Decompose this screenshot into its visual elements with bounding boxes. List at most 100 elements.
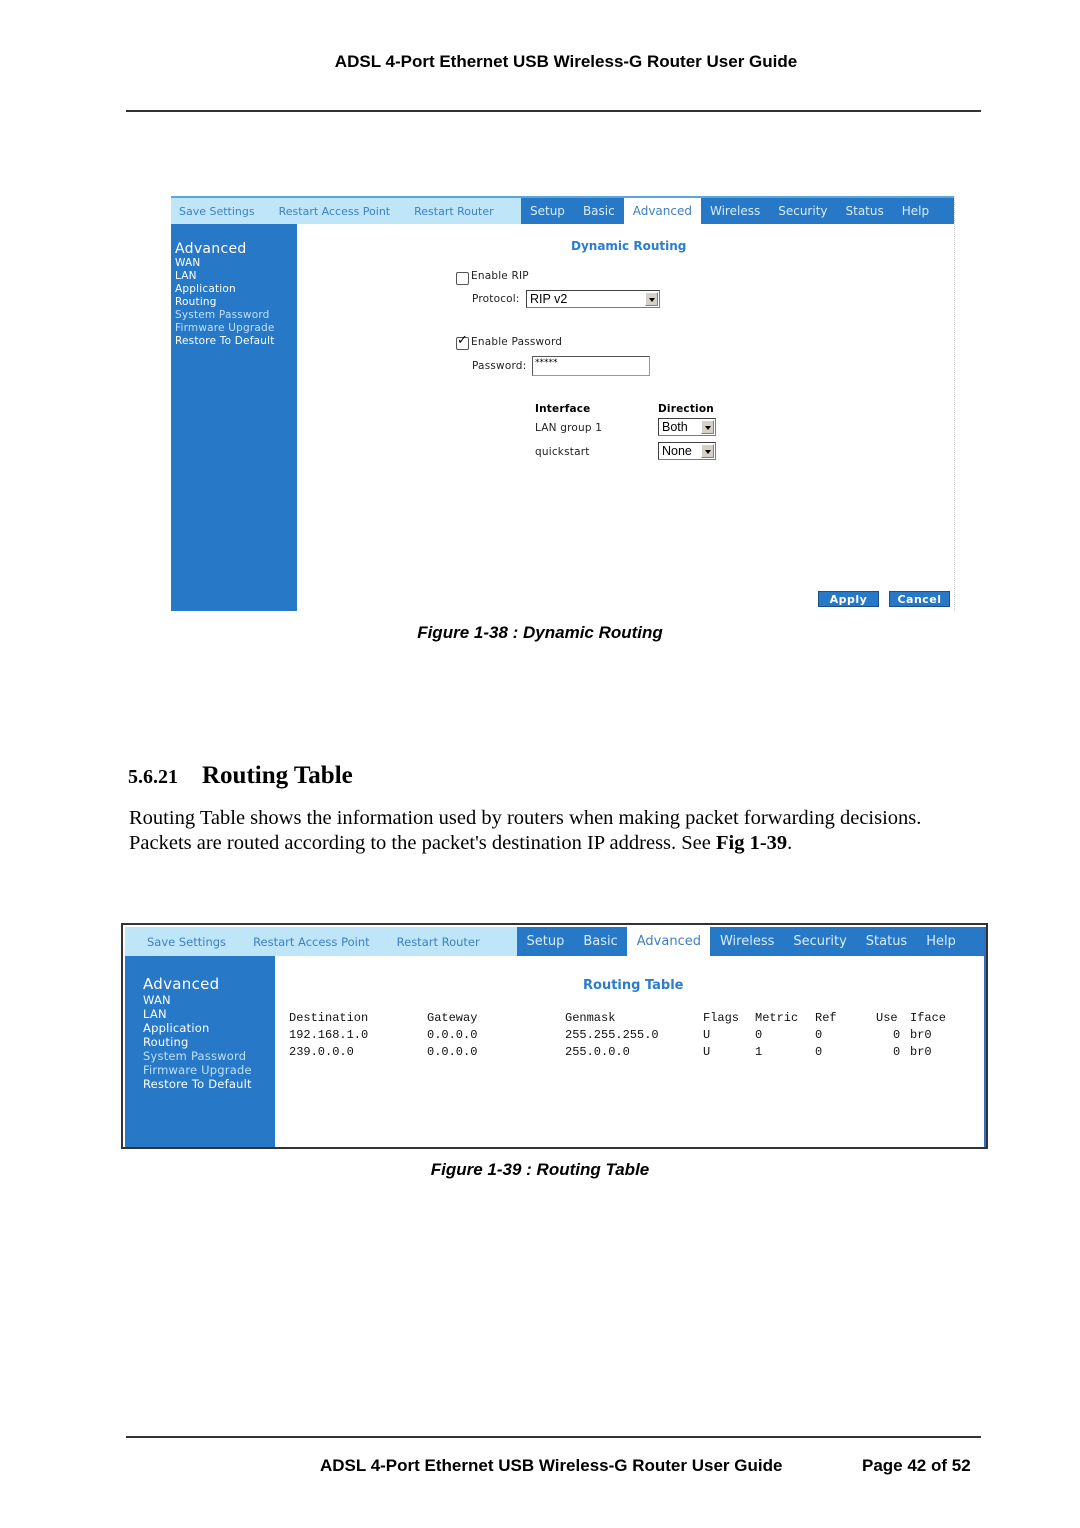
- column-header-destination: Destination: [289, 1011, 369, 1025]
- sidebar-item-routing[interactable]: Routing: [143, 1035, 275, 1049]
- sidebar-item-wan[interactable]: WAN: [175, 257, 297, 270]
- direction-select[interactable]: None: [658, 442, 716, 460]
- protocol-select[interactable]: RIP v2: [526, 290, 660, 308]
- ref-cell: 0: [815, 1028, 823, 1042]
- enable-password-label: Enable Password: [471, 336, 563, 348]
- sidebar-item-system-password[interactable]: System Password: [143, 1049, 275, 1063]
- column-header-iface: Iface: [910, 1011, 947, 1025]
- sidebar-heading: Advanced: [175, 241, 247, 257]
- section-title: Routing Table: [202, 762, 353, 789]
- sidebar: Advanced WAN LAN Application Routing Sys…: [125, 956, 275, 1147]
- gateway-cell: 0.0.0.0: [427, 1028, 478, 1042]
- section-paragraph: Routing Table shows the information used…: [129, 806, 999, 856]
- tab-wireless[interactable]: Wireless: [701, 198, 769, 224]
- figure-39-caption: Figure 1-39 : Routing Table: [430, 1160, 650, 1179]
- dynamic-routing-screenshot: Save Settings Restart Access Point Resta…: [171, 196, 955, 611]
- iface-cell: br0: [910, 1045, 932, 1059]
- genmask-cell: 255.0.0.0: [565, 1045, 630, 1059]
- save-settings-link[interactable]: Save Settings: [179, 205, 255, 218]
- header-divider: [126, 110, 981, 112]
- utility-links: Save Settings Restart Access Point Resta…: [171, 198, 521, 224]
- direction-value: None: [662, 444, 692, 458]
- footer-title: ADSL 4-Port Ethernet USB Wireless-G Rout…: [320, 1456, 783, 1475]
- figure-reference: Fig 1-39: [716, 832, 788, 854]
- section-heading: 5.6.21 Routing Table: [128, 762, 353, 790]
- password-input[interactable]: *****: [532, 356, 650, 376]
- sidebar-item-application[interactable]: Application: [175, 283, 297, 296]
- paragraph-line: Routing Table shows the information used…: [129, 807, 922, 829]
- ref-cell: 0: [815, 1045, 823, 1059]
- protocol-label: Protocol:: [472, 293, 520, 305]
- use-cell: 0: [893, 1045, 901, 1059]
- figure-38-caption: Figure 1-38 : Dynamic Routing: [417, 623, 663, 642]
- apply-button[interactable]: Apply: [818, 591, 879, 607]
- gateway-cell: 0.0.0.0: [427, 1045, 478, 1059]
- tab-status[interactable]: Status: [837, 198, 893, 224]
- tab-setup[interactable]: Setup: [521, 198, 574, 224]
- enable-rip-checkbox[interactable]: [456, 272, 469, 285]
- column-header-gateway: Gateway: [427, 1011, 478, 1025]
- enable-password-checkbox[interactable]: ✓: [456, 333, 469, 350]
- chevron-down-icon[interactable]: [645, 292, 658, 306]
- save-settings-link[interactable]: Save Settings: [147, 935, 226, 949]
- tab-basic[interactable]: Basic: [574, 927, 627, 956]
- top-navigation: Save Settings Restart Access Point Resta…: [171, 196, 954, 224]
- direction-select[interactable]: Both: [658, 418, 716, 436]
- main-tabs: Setup Basic Advanced Wireless Security S…: [521, 198, 954, 224]
- checkmark-icon: ✓: [457, 333, 468, 348]
- tab-advanced[interactable]: Advanced: [627, 927, 711, 956]
- paragraph-text: Packets are routed according to the pack…: [129, 832, 716, 854]
- restart-router-link[interactable]: Restart Router: [397, 935, 480, 949]
- restart-access-point-link[interactable]: Restart Access Point: [253, 935, 370, 949]
- sidebar-item-application[interactable]: Application: [143, 1021, 275, 1035]
- paragraph-line: Packets are routed according to the pack…: [129, 831, 999, 856]
- sidebar-item-system-password[interactable]: System Password: [175, 309, 297, 322]
- chevron-down-icon[interactable]: [701, 420, 714, 434]
- tab-advanced[interactable]: Advanced: [623, 198, 701, 224]
- restart-router-link[interactable]: Restart Router: [414, 205, 494, 218]
- password-label: Password:: [472, 360, 527, 372]
- tab-security[interactable]: Security: [784, 927, 856, 956]
- sidebar-item-wan[interactable]: WAN: [143, 993, 275, 1007]
- interface-name: LAN group 1: [535, 422, 603, 434]
- iface-cell: br0: [910, 1028, 932, 1042]
- flags-cell: U: [703, 1045, 711, 1059]
- content-title: Routing Table: [583, 978, 684, 993]
- metric-cell: 1: [755, 1045, 763, 1059]
- interface-column-header: Interface: [535, 403, 591, 415]
- enable-rip-label: Enable RIP: [471, 270, 529, 282]
- sidebar-item-routing[interactable]: Routing: [175, 296, 297, 309]
- content-title: Dynamic Routing: [571, 239, 687, 253]
- sidebar-item-restore-default[interactable]: Restore To Default: [175, 335, 297, 348]
- tab-help[interactable]: Help: [893, 198, 938, 224]
- destination-cell: 192.168.1.0: [289, 1028, 369, 1042]
- tab-security[interactable]: Security: [769, 198, 836, 224]
- sidebar-item-lan[interactable]: LAN: [143, 1007, 275, 1021]
- footer-divider: [126, 1436, 981, 1438]
- direction-column-header: Direction: [658, 403, 714, 415]
- sidebar-item-lan[interactable]: LAN: [175, 270, 297, 283]
- page-number: Page 42 of 52: [862, 1456, 971, 1475]
- top-navigation: Save Settings Restart Access Point Resta…: [125, 927, 984, 956]
- interface-name: quickstart: [535, 446, 590, 458]
- restart-access-point-link[interactable]: Restart Access Point: [279, 205, 391, 218]
- sidebar-item-restore-default[interactable]: Restore To Default: [143, 1077, 275, 1091]
- column-header-genmask: Genmask: [565, 1011, 616, 1025]
- tab-setup[interactable]: Setup: [517, 927, 574, 956]
- tab-status[interactable]: Status: [856, 927, 916, 956]
- chevron-down-icon[interactable]: [701, 444, 714, 458]
- metric-cell: 0: [755, 1028, 763, 1042]
- tab-wireless[interactable]: Wireless: [710, 927, 783, 956]
- column-header-ref: Ref: [815, 1011, 837, 1025]
- sidebar: Advanced WAN LAN Application Routing Sys…: [171, 224, 297, 611]
- tab-basic[interactable]: Basic: [574, 198, 624, 224]
- direction-value: Both: [662, 420, 688, 434]
- paragraph-text: .: [787, 832, 793, 854]
- sidebar-item-firmware-upgrade[interactable]: Firmware Upgrade: [143, 1063, 275, 1077]
- screenshot-frame: Save Settings Restart Access Point Resta…: [125, 927, 986, 1147]
- column-header-flags: Flags: [703, 1011, 740, 1025]
- sidebar-item-firmware-upgrade[interactable]: Firmware Upgrade: [175, 322, 297, 335]
- cancel-button[interactable]: Cancel: [889, 591, 950, 607]
- column-header-metric: Metric: [755, 1011, 799, 1025]
- tab-help[interactable]: Help: [917, 927, 966, 956]
